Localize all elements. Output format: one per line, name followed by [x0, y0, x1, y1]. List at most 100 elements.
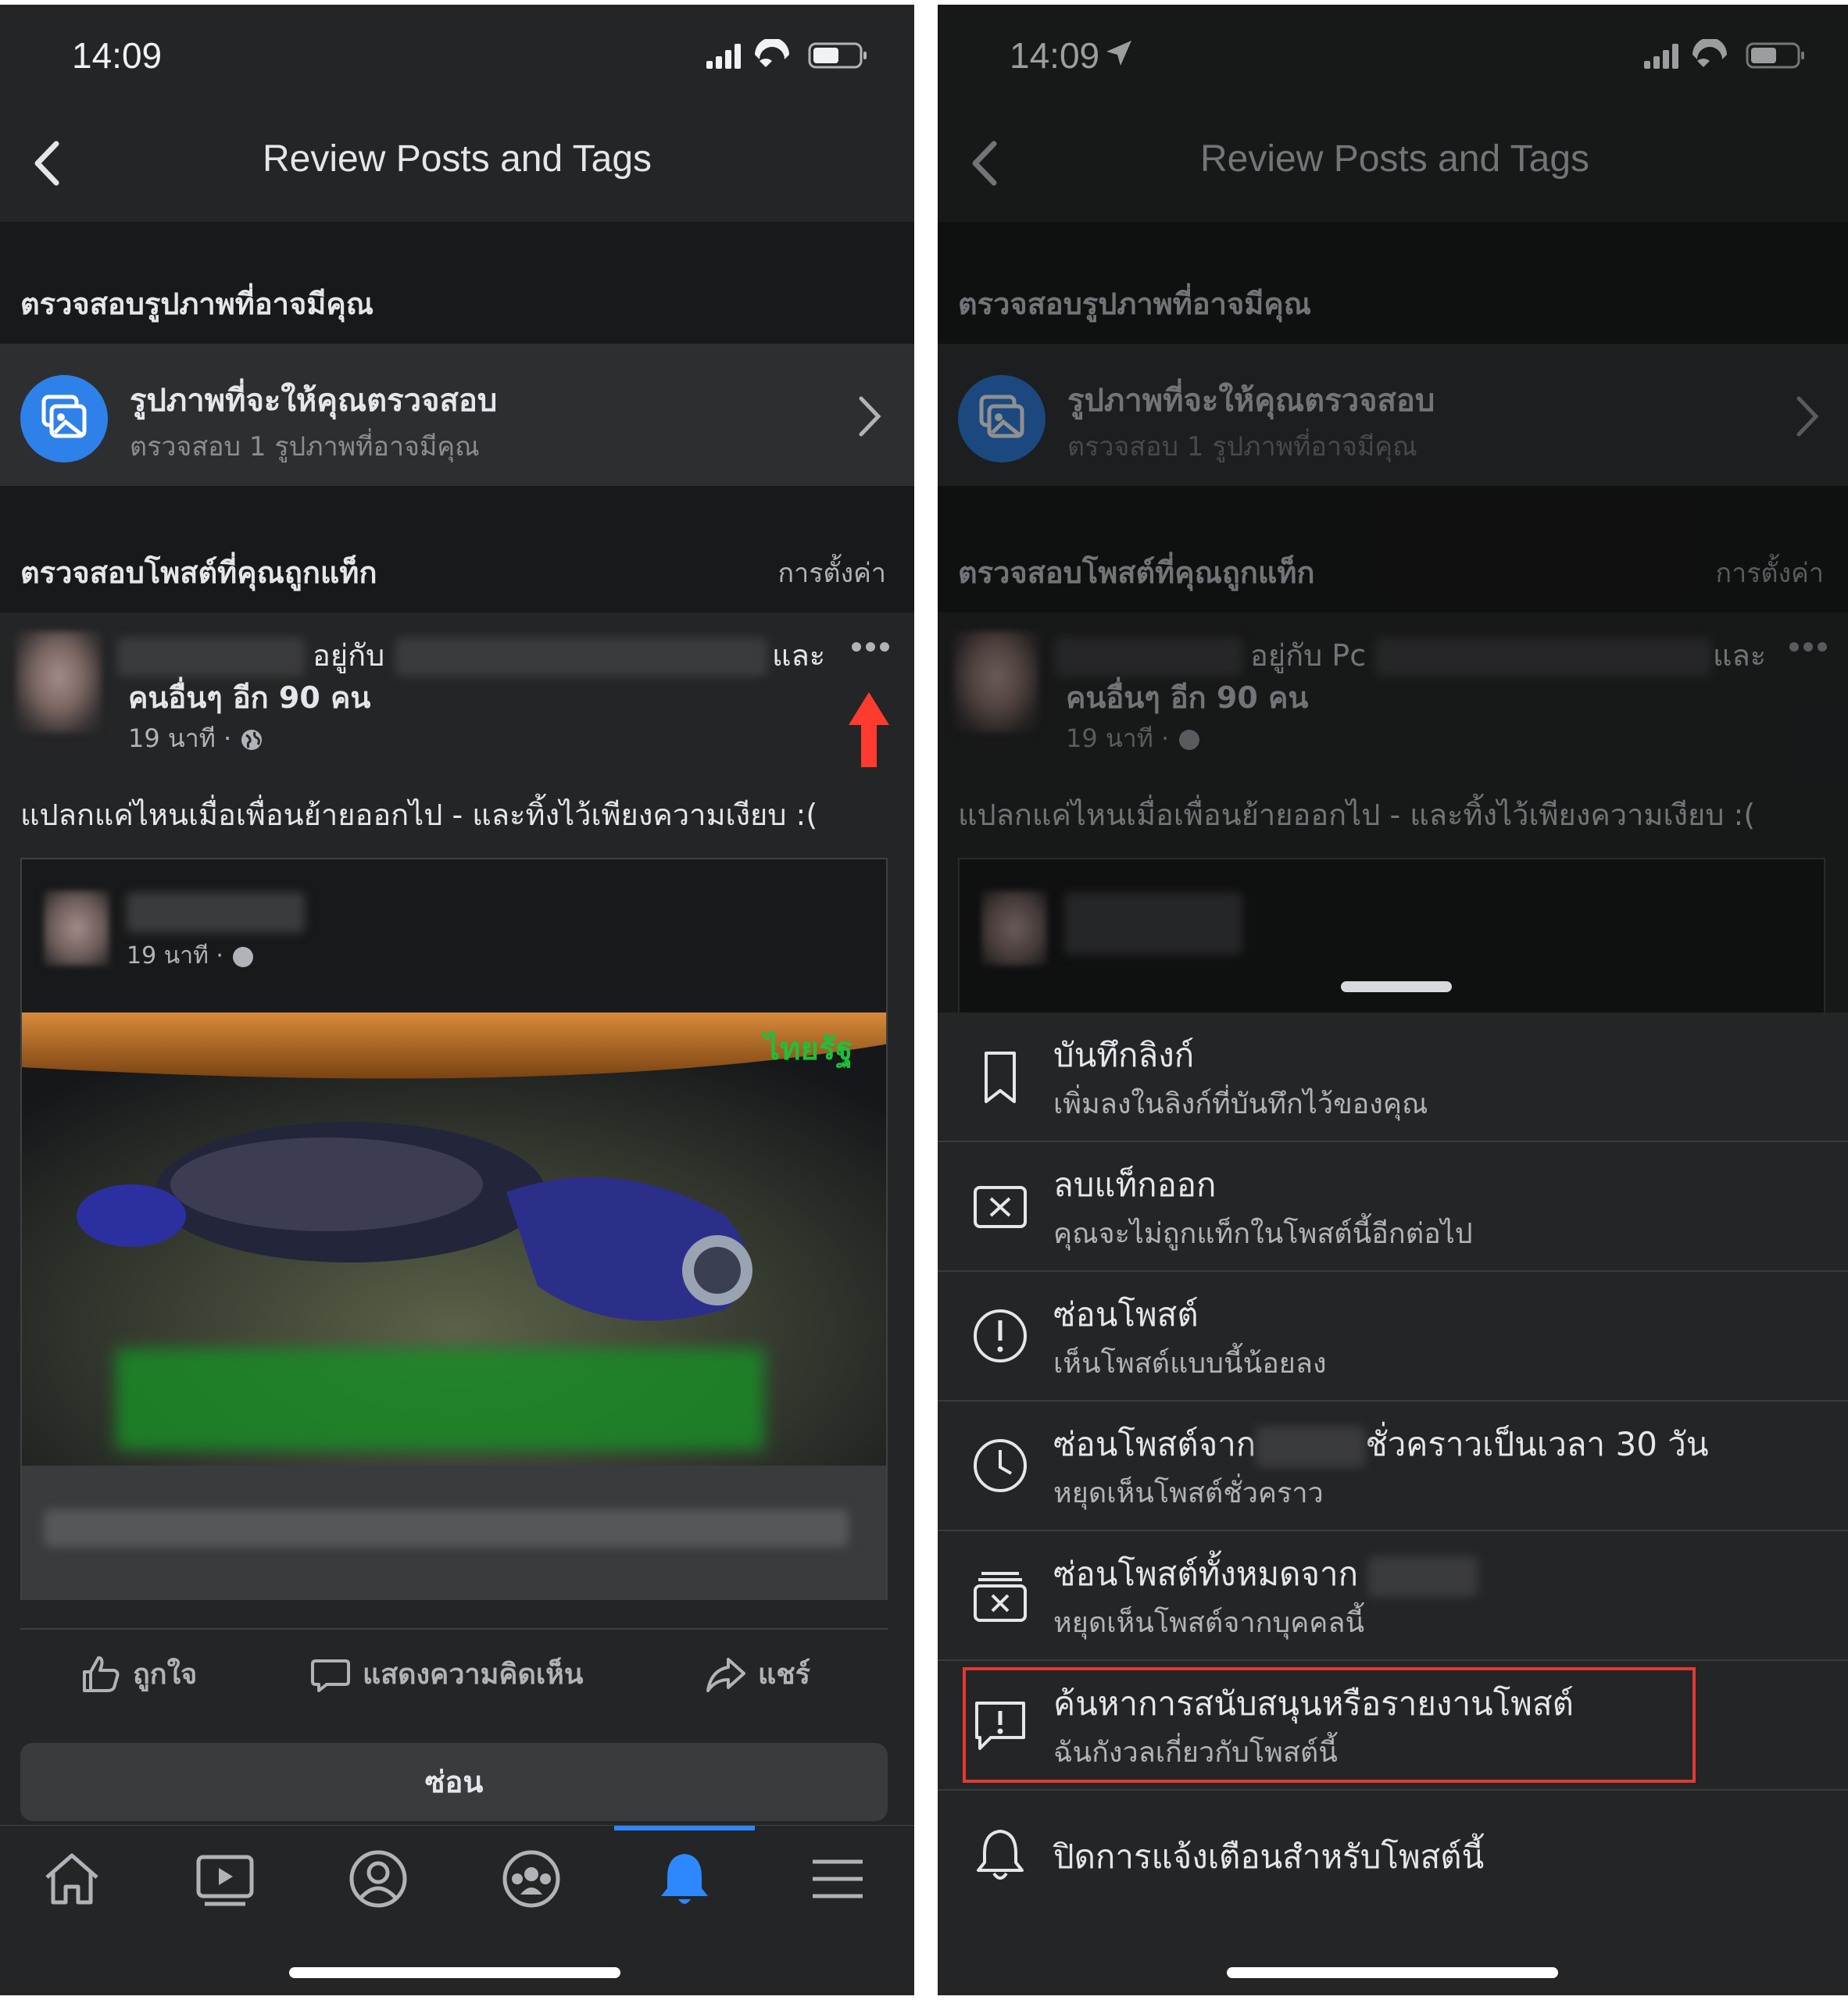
- photo-review-section-title: ตรวจสอบรูปภาพที่อาจมีคุณ: [958, 287, 1311, 321]
- status-bar: 14:09: [0, 5, 914, 106]
- unfollow-icon: [974, 1572, 1027, 1622]
- photo-review-subtitle: ตรวจสอบ 1 รูปภาพที่อาจมีคุณ: [130, 431, 480, 462]
- menu-subtitle: หยุดเห็นโพสต์ชั่วคราว: [1053, 1477, 1324, 1509]
- menu-item-hide-post[interactable]: ซ่อนโพสต์ เห็นโพสต์แบบนี้น้อยลง: [938, 1272, 1848, 1402]
- right-screen: 14:09 Review Posts and Tags ตรวจสอบรูปภา…: [938, 5, 1848, 1995]
- video-icon[interactable]: [192, 1846, 258, 1912]
- link-preview[interactable]: [22, 1466, 886, 1600]
- menu-subtitle: หยุดเห็นโพสต์จากบุคคลนี้: [1053, 1607, 1365, 1639]
- share-button[interactable]: แชร์: [705, 1652, 810, 1696]
- photo-review-title: รูปภาพที่จะให้คุณตรวจสอบ: [1067, 383, 1435, 419]
- nav-bar: Review Posts and Tags: [938, 106, 1848, 222]
- page-title: Review Posts and Tags: [262, 138, 652, 180]
- comment-button[interactable]: แสดงความคิดเห็น: [309, 1652, 583, 1696]
- menu-icon[interactable]: [805, 1846, 870, 1912]
- home-indicator: [289, 1967, 620, 1978]
- name-blurred: [1064, 892, 1242, 955]
- photo-review-title: รูปภาพที่จะให้คุณตรวจสอบ: [130, 383, 498, 419]
- photo-review-row[interactable]: รูปภาพที่จะให้คุณตรวจสอบ ตรวจสอบ 1 รูปภา…: [0, 344, 914, 486]
- post-time: 19 นาที ·: [1066, 723, 1170, 753]
- globe-icon: [241, 730, 263, 750]
- motorcycle-photo: ไทยรัฐ: [22, 1012, 886, 1466]
- settings-link[interactable]: การตั้งค่า: [1716, 552, 1824, 594]
- avatar[interactable]: [953, 631, 1039, 733]
- chevron-right-icon: [859, 396, 881, 437]
- menu-subtitle: คุณจะไม่ถูกแท็กในโพสต์นี้อีกต่อไป: [1053, 1218, 1473, 1250]
- like-icon: [83, 1655, 120, 1692]
- menu-item-snooze[interactable]: ซ่อนโพสต์จาก ชั่วคราวเป็นเวลา 30 วัน หยุด…: [938, 1402, 1848, 1531]
- post-photo[interactable]: ไทยรัฐ: [22, 1012, 886, 1466]
- menu-title: ปิดการแจ้งเตือนสำหรับโพสต์นี้: [1053, 1838, 1485, 1876]
- status-time: 14:09: [1010, 35, 1100, 76]
- photo-review-section-title: ตรวจสอบรูปภาพที่อาจมีคุณ: [20, 287, 374, 321]
- photos-icon: [20, 375, 108, 462]
- alert-icon: [974, 1309, 1027, 1362]
- remove-tag-icon: [974, 1186, 1027, 1228]
- post-meta: 19 นาที ·: [1066, 719, 1202, 759]
- status-time: 14:09: [72, 35, 163, 76]
- menu-subtitle: เห็นโพสต์แบบนี้น้อยลง: [1053, 1348, 1327, 1380]
- share-label: แชร์: [758, 1659, 810, 1691]
- home-indicator: [1227, 1967, 1558, 1978]
- left-screen: 14:09 Review Posts and Tags ตรวจสอบรูปภา…: [0, 5, 914, 1995]
- like-label: ถูกใจ: [133, 1659, 198, 1691]
- chevron-right-icon: [1796, 396, 1819, 437]
- shared-post-time: 19 นาที ·: [127, 938, 256, 974]
- comment-label: แสดงความคิดเห็น: [363, 1659, 584, 1691]
- menu-item-remove-tag[interactable]: ลบแท็กออก คุณจะไม่ถูกแท็กในโพสต์นี้อีกต่…: [938, 1142, 1848, 1272]
- post-options-sheet: บันทึกลิงก์ เพิ่มลงในลิงก์ที่บันทึกไว้ขอ…: [938, 1012, 1848, 1995]
- status-bar: 14:09: [938, 5, 1848, 106]
- and-label: และ: [1713, 638, 1767, 673]
- name-blurred: [127, 892, 305, 933]
- photos-icon: [958, 375, 1046, 462]
- menu-item-save-link[interactable]: บันทึกลิงก์ เพิ่มลงในลิงก์ที่บันทึกไว้ขอ…: [938, 1012, 1848, 1142]
- avatar: [981, 891, 1047, 966]
- others-label[interactable]: คนอื่นๆ อีก 90 คน: [128, 673, 370, 721]
- name-blurred: [1055, 638, 1242, 677]
- with-label: อยู่กับ Pc: [1250, 638, 1367, 673]
- nav-bar: Review Posts and Tags: [0, 106, 914, 222]
- globe-icon: [1179, 730, 1200, 750]
- avatar[interactable]: [16, 631, 102, 733]
- tagged-section-title: ตรวจสอบโพสต์ที่คุณถูกแท็ก: [20, 555, 377, 590]
- post-actions: ถูกใจ แสดงความคิดเห็น แชร์: [20, 1628, 888, 1714]
- post-text: แปลกแค่ไหนเมื่อเพื่อนย้ายออกไป - และทิ้ง…: [20, 798, 818, 832]
- name-blurred: [117, 638, 305, 677]
- globe-icon: [233, 946, 254, 967]
- red-arrow-annotation: [849, 692, 889, 767]
- tagged-post: อยู่กับ และ คนอื่นๆ อีก 90 คน 19 นาที · …: [0, 612, 914, 1831]
- like-button[interactable]: ถูกใจ: [80, 1652, 197, 1696]
- active-tab-indicator: [614, 1826, 755, 1830]
- groups-icon[interactable]: [499, 1846, 564, 1912]
- menu-item-unfollow[interactable]: ซ่อนโพสต์ทั้งหมดจาก หยุดเห็นโพสต์จากบุคค…: [938, 1531, 1848, 1661]
- status-icons: [1644, 39, 1804, 69]
- with-label: อยู่กับ: [313, 638, 385, 673]
- menu-subtitle: เพิ่มลงในลิงก์ที่บันทึกไว้ของคุณ: [1053, 1088, 1428, 1120]
- others-label[interactable]: คนอื่นๆ อีก 90 คน: [1066, 673, 1308, 721]
- settings-link[interactable]: การตั้งค่า: [778, 552, 886, 594]
- bookmark-icon: [985, 1052, 1016, 1103]
- and-label: และ: [772, 638, 826, 673]
- post-meta: 19 นาที ·: [128, 719, 264, 759]
- tab-bar: [0, 1825, 914, 1995]
- more-icon[interactable]: [1788, 639, 1828, 655]
- menu-title: ซ่อนโพสต์: [1053, 1295, 1199, 1334]
- home-icon[interactable]: [39, 1846, 105, 1912]
- more-icon[interactable]: [850, 639, 891, 655]
- profile-icon[interactable]: [345, 1846, 411, 1912]
- page-title: Review Posts and Tags: [1199, 138, 1590, 180]
- photo-review-row[interactable]: รูปภาพที่จะให้คุณตรวจสอบ ตรวจสอบ 1 รูปภา…: [938, 344, 1848, 486]
- sheet-grabber[interactable]: [1341, 981, 1452, 992]
- preview-text-blurred: [44, 1509, 849, 1547]
- post-text: แปลกแค่ไหนเมื่อเพื่อนย้ายออกไป - และทิ้ง…: [958, 798, 1756, 832]
- menu-title: ซ่อนโพสต์จาก ชั่วคราวเป็นเวลา 30 วัน: [1053, 1419, 1709, 1470]
- notifications-icon[interactable]: [652, 1846, 717, 1912]
- hide-button[interactable]: ซ่อน: [20, 1743, 888, 1821]
- status-icons: [706, 39, 867, 69]
- menu-title: ลบแท็กออก: [1053, 1166, 1217, 1204]
- shared-post-card[interactable]: 19 นาที · ไทยรัฐ: [20, 858, 888, 1600]
- share-icon: [706, 1657, 745, 1692]
- post-time: 19 นาที ·: [128, 723, 232, 753]
- menu-item-notifications-off[interactable]: ปิดการแจ้งเตือนสำหรับโพสต์นี้: [938, 1791, 1848, 1920]
- name-blurred: [395, 638, 767, 677]
